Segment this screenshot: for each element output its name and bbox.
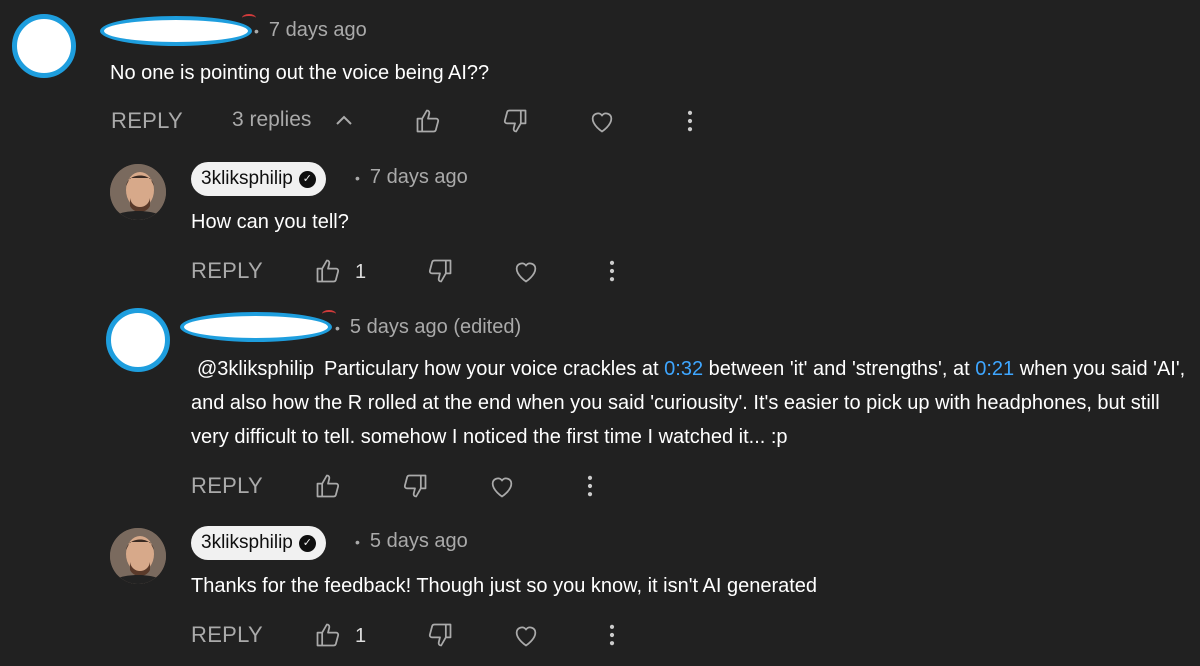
thumbs-up-icon[interactable]	[314, 621, 342, 649]
reply-button[interactable]: REPLY	[191, 473, 263, 499]
like-count: 1	[355, 625, 367, 647]
comment-timestamp[interactable]: • 7 days ago	[254, 19, 367, 42]
comment-text: Thanks for the feedback! Though just so …	[191, 575, 818, 597]
mention-link[interactable]: @3kliksphilip	[197, 358, 314, 380]
heart-icon[interactable]	[588, 107, 616, 135]
author-chip[interactable]: 3kliksphilip ✓	[191, 162, 326, 196]
thumbs-down-icon[interactable]	[426, 621, 454, 649]
thumbs-down-icon[interactable]	[401, 472, 429, 500]
timestamp-link[interactable]: 0:21	[975, 358, 1014, 380]
comment-text: No one is pointing out the voice being A…	[110, 62, 490, 84]
reply-button[interactable]: REPLY	[191, 622, 263, 648]
thumbs-up-icon[interactable]	[314, 472, 342, 500]
verified-check-icon: ✓	[298, 534, 316, 552]
comment-timestamp[interactable]: • 5 days ago (edited)	[335, 316, 521, 339]
avatar[interactable]	[110, 528, 166, 584]
comment-text: @3kliksphilip Particulary how your voice …	[191, 358, 1186, 448]
like-count: 1	[355, 261, 367, 283]
avatar-redacted[interactable]	[12, 14, 76, 78]
comment-text: How can you tell?	[191, 211, 349, 233]
heart-icon[interactable]	[512, 621, 540, 649]
avatar-redacted[interactable]	[106, 308, 170, 372]
comment-timestamp[interactable]: • 7 days ago	[355, 166, 468, 189]
thumbs-up-icon[interactable]	[414, 107, 442, 135]
author-chip[interactable]: 3kliksphilip ✓	[191, 526, 326, 560]
more-vert-icon[interactable]	[598, 257, 626, 285]
replies-toggle[interactable]: 3 replies	[232, 108, 311, 132]
verified-check-icon: ✓	[298, 170, 316, 188]
reply-button[interactable]: REPLY	[191, 258, 263, 284]
avatar[interactable]	[110, 164, 166, 220]
thumbs-down-icon[interactable]	[426, 257, 454, 285]
heart-icon[interactable]	[512, 257, 540, 285]
thumbs-down-icon[interactable]	[501, 107, 529, 135]
comment-timestamp[interactable]: • 5 days ago	[355, 530, 468, 553]
reply-button[interactable]: REPLY	[111, 108, 183, 134]
more-vert-icon[interactable]	[576, 472, 604, 500]
author-name-redacted[interactable]	[180, 310, 336, 342]
thumbs-up-icon[interactable]	[314, 257, 342, 285]
more-vert-icon[interactable]	[676, 107, 704, 135]
timestamp-link[interactable]: 0:32	[664, 358, 703, 380]
heart-icon[interactable]	[488, 472, 516, 500]
more-vert-icon[interactable]	[598, 621, 626, 649]
chevron-up-icon[interactable]	[334, 110, 354, 130]
author-name-redacted[interactable]	[100, 14, 256, 46]
